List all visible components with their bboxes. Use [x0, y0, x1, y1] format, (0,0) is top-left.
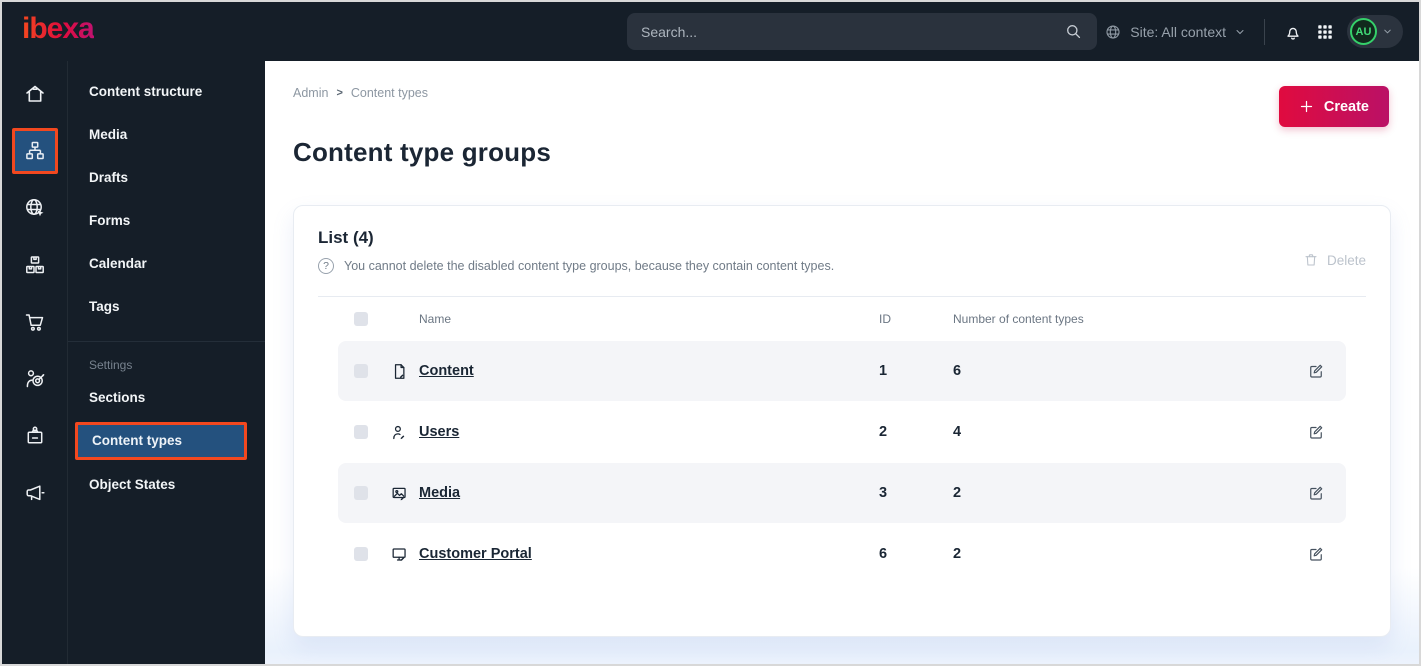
list-panel: List (4) Delete ? You cannot delete the …: [293, 205, 1391, 637]
column-header-id: ID: [879, 312, 891, 326]
sidebar-item-object-states[interactable]: Object States: [68, 463, 265, 506]
chevron-down-icon: [1382, 26, 1393, 37]
edit-icon[interactable]: [1302, 545, 1330, 563]
edit-icon[interactable]: [1302, 362, 1330, 380]
group-count: 6: [953, 363, 962, 379]
global-search[interactable]: [627, 13, 1097, 50]
sidebar-item-content-types[interactable]: Content types: [75, 422, 247, 460]
search-input[interactable]: [641, 23, 1064, 40]
delete-button-label: Delete: [1326, 252, 1366, 268]
plus-icon: [1299, 99, 1314, 114]
table-row[interactable]: Customer Portal 6 2: [338, 524, 1346, 584]
group-link[interactable]: Users: [419, 424, 459, 440]
delete-button[interactable]: Delete: [1303, 252, 1366, 268]
personalization-target-icon[interactable]: [2, 350, 67, 407]
group-count: 2: [953, 546, 962, 562]
group-link[interactable]: Customer Portal: [419, 546, 532, 562]
row-checkbox[interactable]: [354, 425, 368, 439]
app-grid-icon[interactable]: [1316, 23, 1334, 41]
hint-row: ? You cannot delete the disabled content…: [318, 258, 1366, 274]
group-id: 6: [879, 546, 888, 562]
breadcrumb-admin[interactable]: Admin: [293, 86, 328, 100]
group-count: 2: [953, 485, 962, 501]
hint-text: You cannot delete the disabled content t…: [344, 259, 835, 273]
sidebar-item-tags[interactable]: Tags: [68, 285, 265, 328]
row-checkbox[interactable]: [354, 547, 368, 561]
notifications-bell-icon[interactable]: [1283, 22, 1303, 42]
group-id: 1: [879, 363, 888, 379]
column-header-name: Name: [419, 312, 452, 326]
sidebar-settings-header: Settings: [89, 358, 133, 372]
badge-icon[interactable]: [2, 407, 67, 464]
nav-rail: [2, 61, 67, 664]
table-row[interactable]: Users 2 4: [338, 402, 1346, 462]
edit-icon[interactable]: [1302, 484, 1330, 502]
user-edit-icon: [390, 423, 419, 442]
sidebar-item-forms[interactable]: Forms: [68, 199, 265, 242]
home-icon[interactable]: [2, 65, 67, 122]
create-button[interactable]: Create: [1278, 86, 1389, 127]
group-count: 4: [953, 424, 962, 440]
packages-icon[interactable]: [2, 236, 67, 293]
cart-icon[interactable]: [2, 293, 67, 350]
sidebar-menu: Content structure Media Drafts Forms Cal…: [67, 61, 265, 664]
image-edit-icon: [390, 484, 419, 503]
content-tree-icon[interactable]: [11, 127, 58, 174]
globe-icon: [1104, 23, 1122, 41]
screen-edit-icon: [390, 545, 419, 564]
sidebar-item-sections[interactable]: Sections: [68, 376, 265, 419]
sidebar-item-calendar[interactable]: Calendar: [68, 242, 265, 285]
user-menu[interactable]: AU: [1347, 15, 1403, 48]
site-context-label: Site: All context: [1130, 23, 1226, 40]
main-content: Admin > Content types Create Content typ…: [265, 61, 1419, 664]
sidebar-item-drafts[interactable]: Drafts: [68, 156, 265, 199]
group-link[interactable]: Media: [419, 485, 460, 501]
edit-icon[interactable]: [1302, 423, 1330, 441]
breadcrumb: Admin > Content types: [293, 86, 428, 100]
table-row[interactable]: Content 1 6: [338, 341, 1346, 401]
table-row[interactable]: Media 3 2: [338, 463, 1346, 523]
search-icon[interactable]: [1064, 22, 1083, 41]
row-checkbox[interactable]: [354, 486, 368, 500]
group-id: 3: [879, 485, 888, 501]
app-window: ibexa Site: All context: [0, 0, 1421, 666]
breadcrumb-separator: >: [336, 87, 343, 99]
select-all-checkbox[interactable]: [354, 312, 368, 326]
sidebar-item-content-structure[interactable]: Content structure: [68, 70, 265, 113]
group-id: 2: [879, 424, 888, 440]
avatar: AU: [1350, 18, 1377, 45]
globe-pointer-icon[interactable]: [2, 179, 67, 236]
top-bar: ibexa Site: All context: [2, 2, 1419, 61]
topbar-right-cluster: Site: All context AU: [1104, 2, 1403, 61]
list-title: List (4): [318, 228, 374, 247]
help-icon: ?: [318, 258, 334, 274]
group-link[interactable]: Content: [419, 363, 474, 379]
ibexa-logo[interactable]: ibexa: [22, 12, 95, 46]
create-button-label: Create: [1323, 98, 1369, 115]
content-tree-nav[interactable]: [2, 122, 67, 179]
site-context-selector[interactable]: Site: All context: [1104, 23, 1246, 41]
trash-icon: [1303, 252, 1319, 268]
page-title: Content type groups: [293, 137, 552, 167]
file-edit-icon: [390, 362, 419, 381]
column-header-count: Number of content types: [953, 312, 1084, 326]
sidebar-divider: [68, 341, 265, 342]
topbar-divider: [1264, 18, 1265, 45]
sidebar-item-media[interactable]: Media: [68, 113, 265, 156]
megaphone-icon[interactable]: [2, 464, 67, 521]
breadcrumb-content-types: Content types: [350, 86, 429, 100]
row-checkbox[interactable]: [354, 364, 368, 378]
chevron-down-icon: [1234, 26, 1246, 38]
table-header: Name ID Number of content types: [338, 297, 1346, 341]
